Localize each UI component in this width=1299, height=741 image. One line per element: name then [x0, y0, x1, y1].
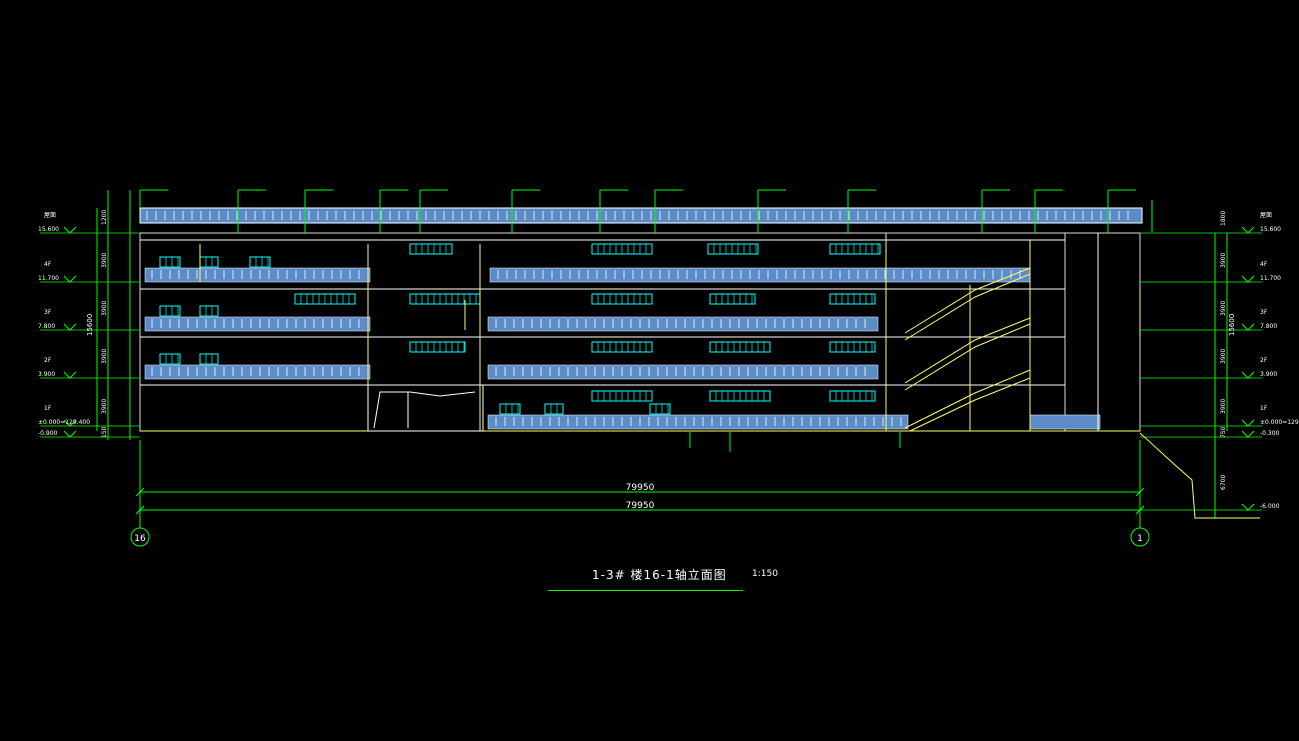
dim-segment: 3900 [101, 399, 108, 414]
dim-segments-left: 1200 3900 3900 3900 3900 150 [101, 210, 108, 438]
level-elevation: 3.900 [1260, 371, 1277, 378]
level-elevation: ±0.000=129.400 [38, 419, 90, 426]
balcony-band [487, 414, 909, 430]
level-symbol [63, 430, 77, 438]
window [829, 243, 881, 255]
dim-left-total: 15600 [86, 314, 94, 336]
window [499, 403, 521, 415]
window-grid [140, 233, 1065, 431]
level-elevation: 3.900 [38, 371, 55, 378]
dim-segment: 150 [101, 426, 108, 438]
level-name: 2F [44, 357, 52, 364]
window [829, 293, 876, 305]
level-name: 3F [1260, 309, 1268, 316]
axis-bubble-right: 1 [1130, 527, 1150, 547]
window [829, 390, 876, 402]
level-name: 1F [44, 405, 52, 412]
window [199, 305, 219, 317]
level-elevation: 15.600 [38, 226, 59, 233]
level-symbol [63, 323, 77, 331]
dim-segment: 3900 [101, 349, 108, 364]
window [159, 305, 181, 317]
level-elevation: -0.300 [1260, 430, 1280, 437]
dim-segment: 3900 [101, 301, 108, 316]
dim-segment: 3900 [1220, 349, 1227, 364]
level-elevation: -6.000 [1260, 503, 1280, 510]
overall-dim-upper: 79950 [626, 483, 655, 493]
window [707, 243, 759, 255]
level-symbol [63, 226, 77, 234]
level-elevation: 7.800 [38, 323, 55, 330]
level-symbol [1241, 226, 1255, 234]
level-name: 屋面 [44, 212, 56, 219]
level-symbol [1241, 323, 1255, 331]
level-symbol [1241, 275, 1255, 283]
window [159, 353, 181, 365]
dim-chain-right [1139, 200, 1260, 519]
dim-segment: 3900 [1220, 253, 1227, 268]
dim-segment: 3900 [1220, 399, 1227, 414]
level-name: 2F [1260, 357, 1268, 364]
dim-right-total: 15600 [1228, 314, 1236, 336]
axis-left-label: 16 [134, 534, 146, 544]
dim-segment: 6700 [1220, 475, 1227, 490]
level-name: 1F [1260, 405, 1268, 412]
window [249, 256, 271, 268]
dim-segment: 750 [1220, 426, 1227, 438]
window [159, 256, 181, 268]
window [199, 256, 219, 268]
window [199, 353, 219, 365]
entrance-opening [367, 384, 484, 432]
dim-segments-right: 1800 3900 3900 3900 3900 750 6700 [1220, 211, 1227, 490]
window [544, 403, 564, 415]
title-underline [548, 590, 743, 591]
level-elevation: ±0.000=129.400 [1260, 419, 1299, 426]
level-name: 3F [44, 309, 52, 316]
dim-segment: 3900 [101, 253, 108, 268]
leader-notes-bottom [689, 432, 901, 452]
drawing-title: 1-3# 楼16-1轴立面图 [592, 568, 727, 582]
level-elevation: 11.700 [38, 275, 59, 282]
level-name: 屋面 [1260, 212, 1272, 219]
window [409, 341, 466, 353]
level-symbol [1241, 430, 1255, 438]
level-elevation: 15.600 [1260, 226, 1281, 233]
level-symbol [63, 275, 77, 283]
level-name: 4F [1260, 261, 1268, 268]
level-elevation: -0.900 [38, 430, 58, 437]
dim-segment: 1800 [1220, 211, 1227, 226]
level-elevation: 11.700 [1260, 275, 1281, 282]
level-symbol [1241, 503, 1255, 511]
overall-dim-lower: 79950 [626, 501, 655, 511]
level-symbol [63, 371, 77, 379]
dim-segment: 1200 [101, 210, 108, 225]
window [409, 293, 481, 305]
drawing-title-block: 1-3# 楼16-1轴立面图 1:150 [548, 566, 808, 596]
balcony-band [489, 267, 1031, 283]
level-elevation: 7.800 [1260, 323, 1277, 330]
window [829, 341, 876, 353]
stair-core [904, 233, 1141, 432]
level-symbol [1241, 371, 1255, 379]
window [649, 403, 671, 415]
elevation-drawing: 屋面 15.600 4F 11.700 3F 7.800 2F 3.900 1F ±0.000=1… [38, 189, 1299, 547]
facade-bands [144, 267, 1101, 430]
balcony-band [487, 364, 879, 380]
window [709, 293, 756, 305]
axis-right-label: 1 [1137, 534, 1143, 544]
drawing-scale: 1:150 [752, 569, 778, 579]
level-symbol [1241, 419, 1255, 427]
balcony-band [1029, 414, 1101, 430]
balcony-band [487, 316, 879, 332]
level-name: 4F [44, 261, 52, 268]
dim-segment: 3900 [1220, 301, 1227, 316]
axis-bubble-left: 16 [130, 527, 150, 547]
